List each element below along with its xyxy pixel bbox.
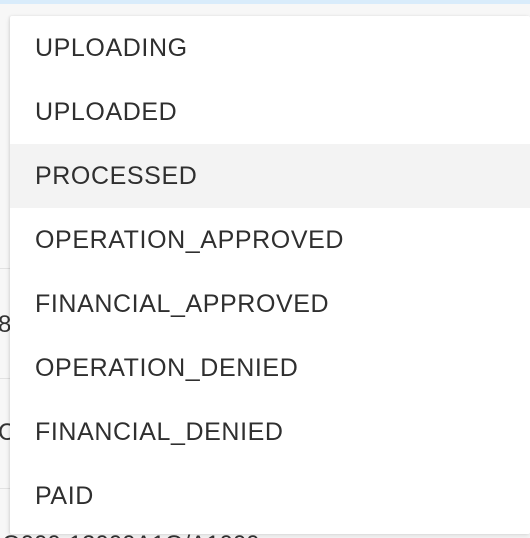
dropdown-option-processed[interactable]: PROCESSED	[10, 144, 530, 208]
dropdown-option-operation-denied[interactable]: OPERATION_DENIED	[10, 336, 530, 400]
background-row-divider	[0, 488, 10, 489]
dropdown-option-uploading[interactable]: UPLOADING	[10, 16, 530, 80]
focused-input-border	[0, 0, 530, 4]
dropdown-option-financial-denied[interactable]: FINANCIAL_DENIED	[10, 400, 530, 464]
status-dropdown-menu: UPLOADING UPLOADED PROCESSED OPERATION_A…	[10, 16, 530, 534]
background-row-divider	[0, 378, 10, 379]
dropdown-option-financial-approved[interactable]: FINANCIAL_APPROVED	[10, 272, 530, 336]
dropdown-option-uploaded[interactable]: UPLOADED	[10, 80, 530, 144]
background-row-divider	[0, 268, 10, 269]
dropdown-option-operation-approved[interactable]: OPERATION_APPROVED	[10, 208, 530, 272]
dropdown-option-paid[interactable]: PAID	[10, 464, 530, 528]
screen: 8 C/ Q000-12000A1Q/A1000 UPLOADING UPLOA…	[0, 0, 530, 538]
